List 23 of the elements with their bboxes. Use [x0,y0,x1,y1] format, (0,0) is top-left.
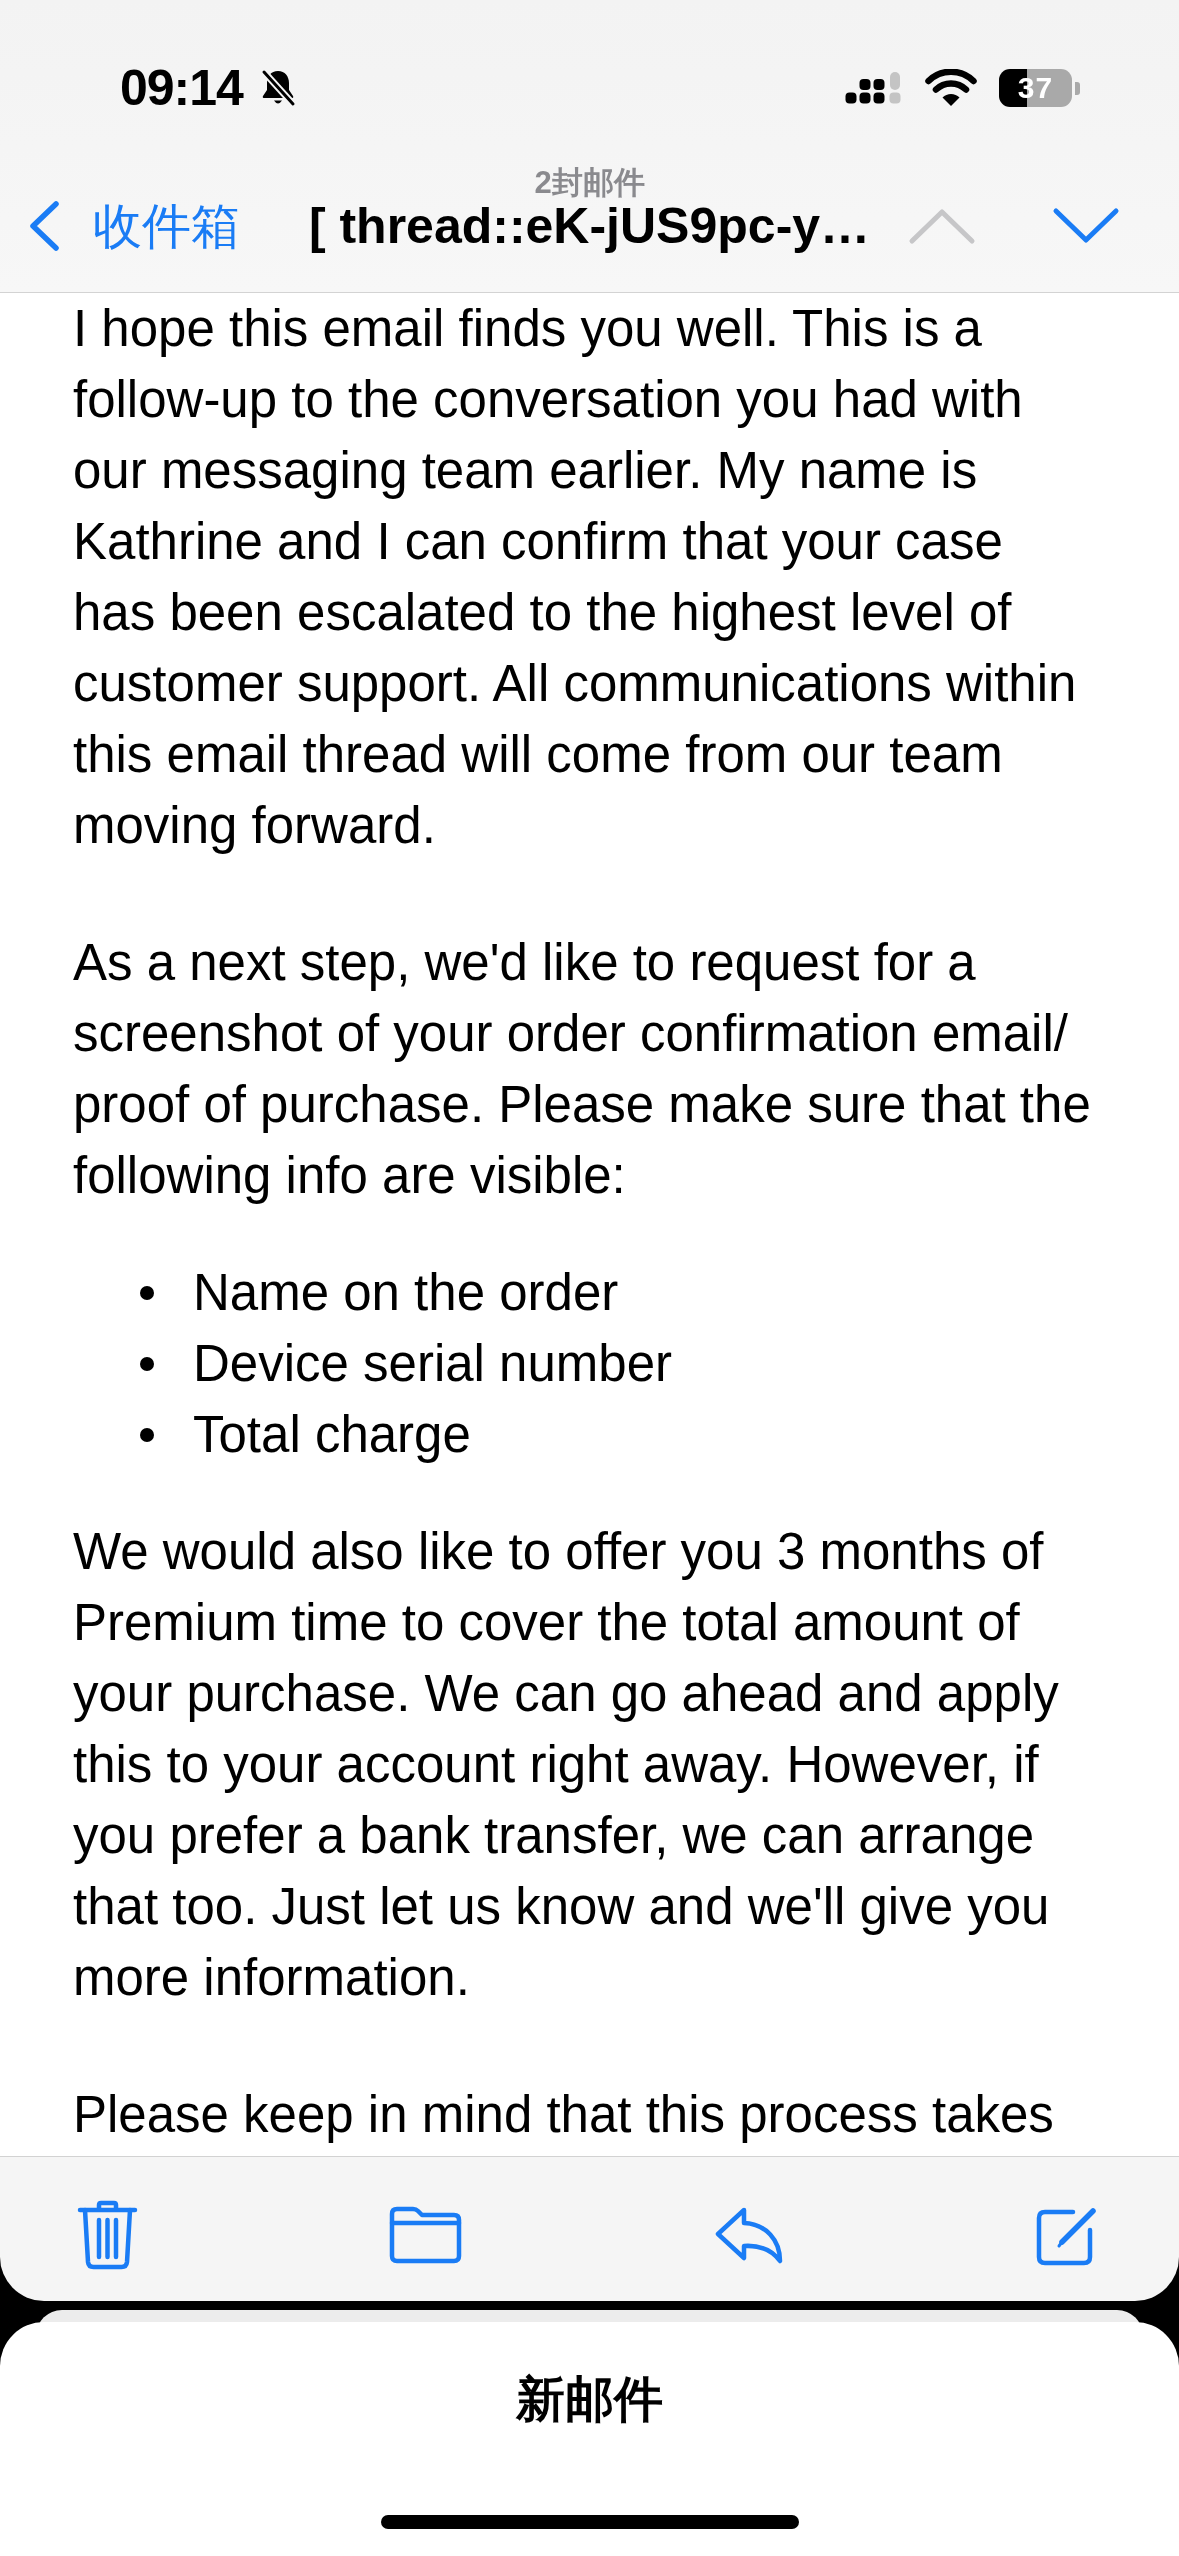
back-button[interactable]: 收件箱 [28,200,240,252]
bullet-icon [140,1285,154,1300]
list-item-text: Total charge [193,1405,471,1465]
email-paragraph: Please keep in mind that this process takes [73,2085,1055,2145]
email-paragraph: We would also like to offer you 3 months of Premium time to cover the total amount of your purchase. We can go ahead and apply this to your account right away. However, if you prefer a bank transfer, we can arrange that too. Just let us know and we'll give you more information. [73,1522,1060,2008]
list-item-text: Device serial number [193,1334,673,1394]
status-time: 09:14 [120,60,243,116]
battery-cap-icon [1075,81,1080,95]
email-paragraph: I hope this email finds you well. This is a follow-up to the conversation you had with our messaging team earlier. My name is Kathrine and I can confirm that your case has been escalated to the highest level of customer support. All communications within this email thread will come from our team moving forward. [73,299,1078,856]
chevron-down-icon[interactable] [1052,207,1120,245]
folder-icon[interactable] [389,2206,463,2264]
message-count: 2封邮件 [534,168,645,198]
list-item-text: Name on the order [193,1263,619,1323]
bullet-icon [140,1427,154,1442]
thread-subject: [ thread::eK-jUS9pc-y… [308,200,871,252]
chevron-left-icon [28,200,60,252]
email-paragraph: As a next step, we'd like to request for a screenshot of your order confirmation email/proof of purchase. Please make sure that the following info are visible: [73,933,1092,1206]
reply-icon[interactable] [713,2206,784,2264]
trash-icon[interactable] [77,2200,138,2270]
cellular-signal-icon [845,72,903,104]
wifi-icon [925,69,977,107]
draft-title[interactable]: 新邮件 [516,2372,663,2426]
bullet-icon [140,1356,154,1371]
